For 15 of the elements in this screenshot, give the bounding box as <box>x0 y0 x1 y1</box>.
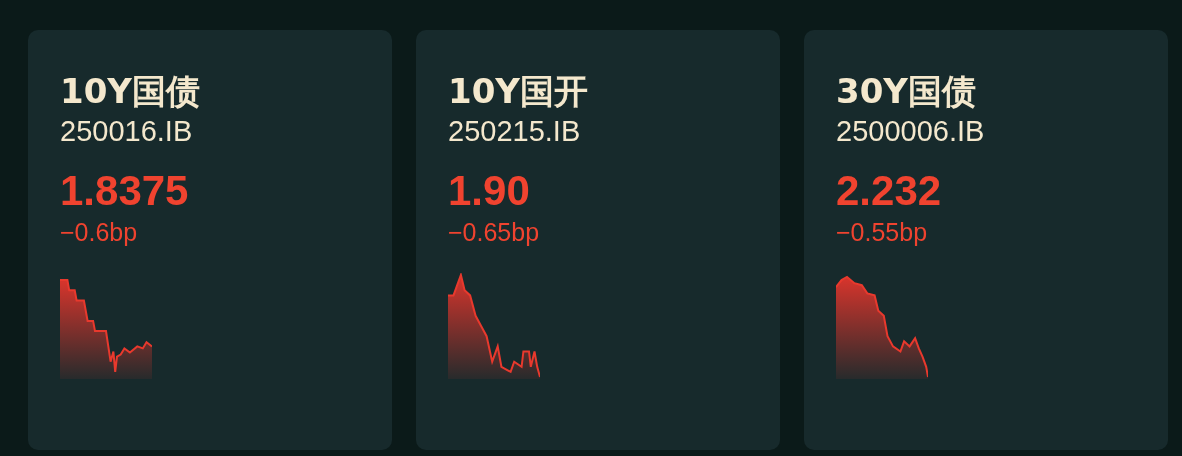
yield-change: −0.6bp <box>60 217 138 248</box>
yield-value: 1.8375 <box>60 166 189 216</box>
bond-card[interactable]: 30Y国债 2500006.IB 2.232 −0.55bp <box>804 30 1168 450</box>
bond-name: 30Y国债 <box>836 70 976 112</box>
bond-name: 10Y国开 <box>448 70 588 112</box>
bond-code: 250016.IB <box>60 114 193 149</box>
bond-card[interactable]: 10Y国开 250215.IB 1.90 −0.65bp <box>416 30 780 450</box>
yield-value: 2.232 <box>836 166 942 216</box>
bond-code: 250215.IB <box>448 114 581 149</box>
bond-name: 10Y国债 <box>60 70 200 112</box>
yield-change: −0.55bp <box>836 217 928 248</box>
bond-code: 2500006.IB <box>836 114 985 149</box>
yield-change: −0.65bp <box>448 217 540 248</box>
yield-value: 1.90 <box>448 166 530 216</box>
bond-card[interactable]: 10Y国债 250016.IB 1.8375 −0.6bp <box>28 30 392 450</box>
